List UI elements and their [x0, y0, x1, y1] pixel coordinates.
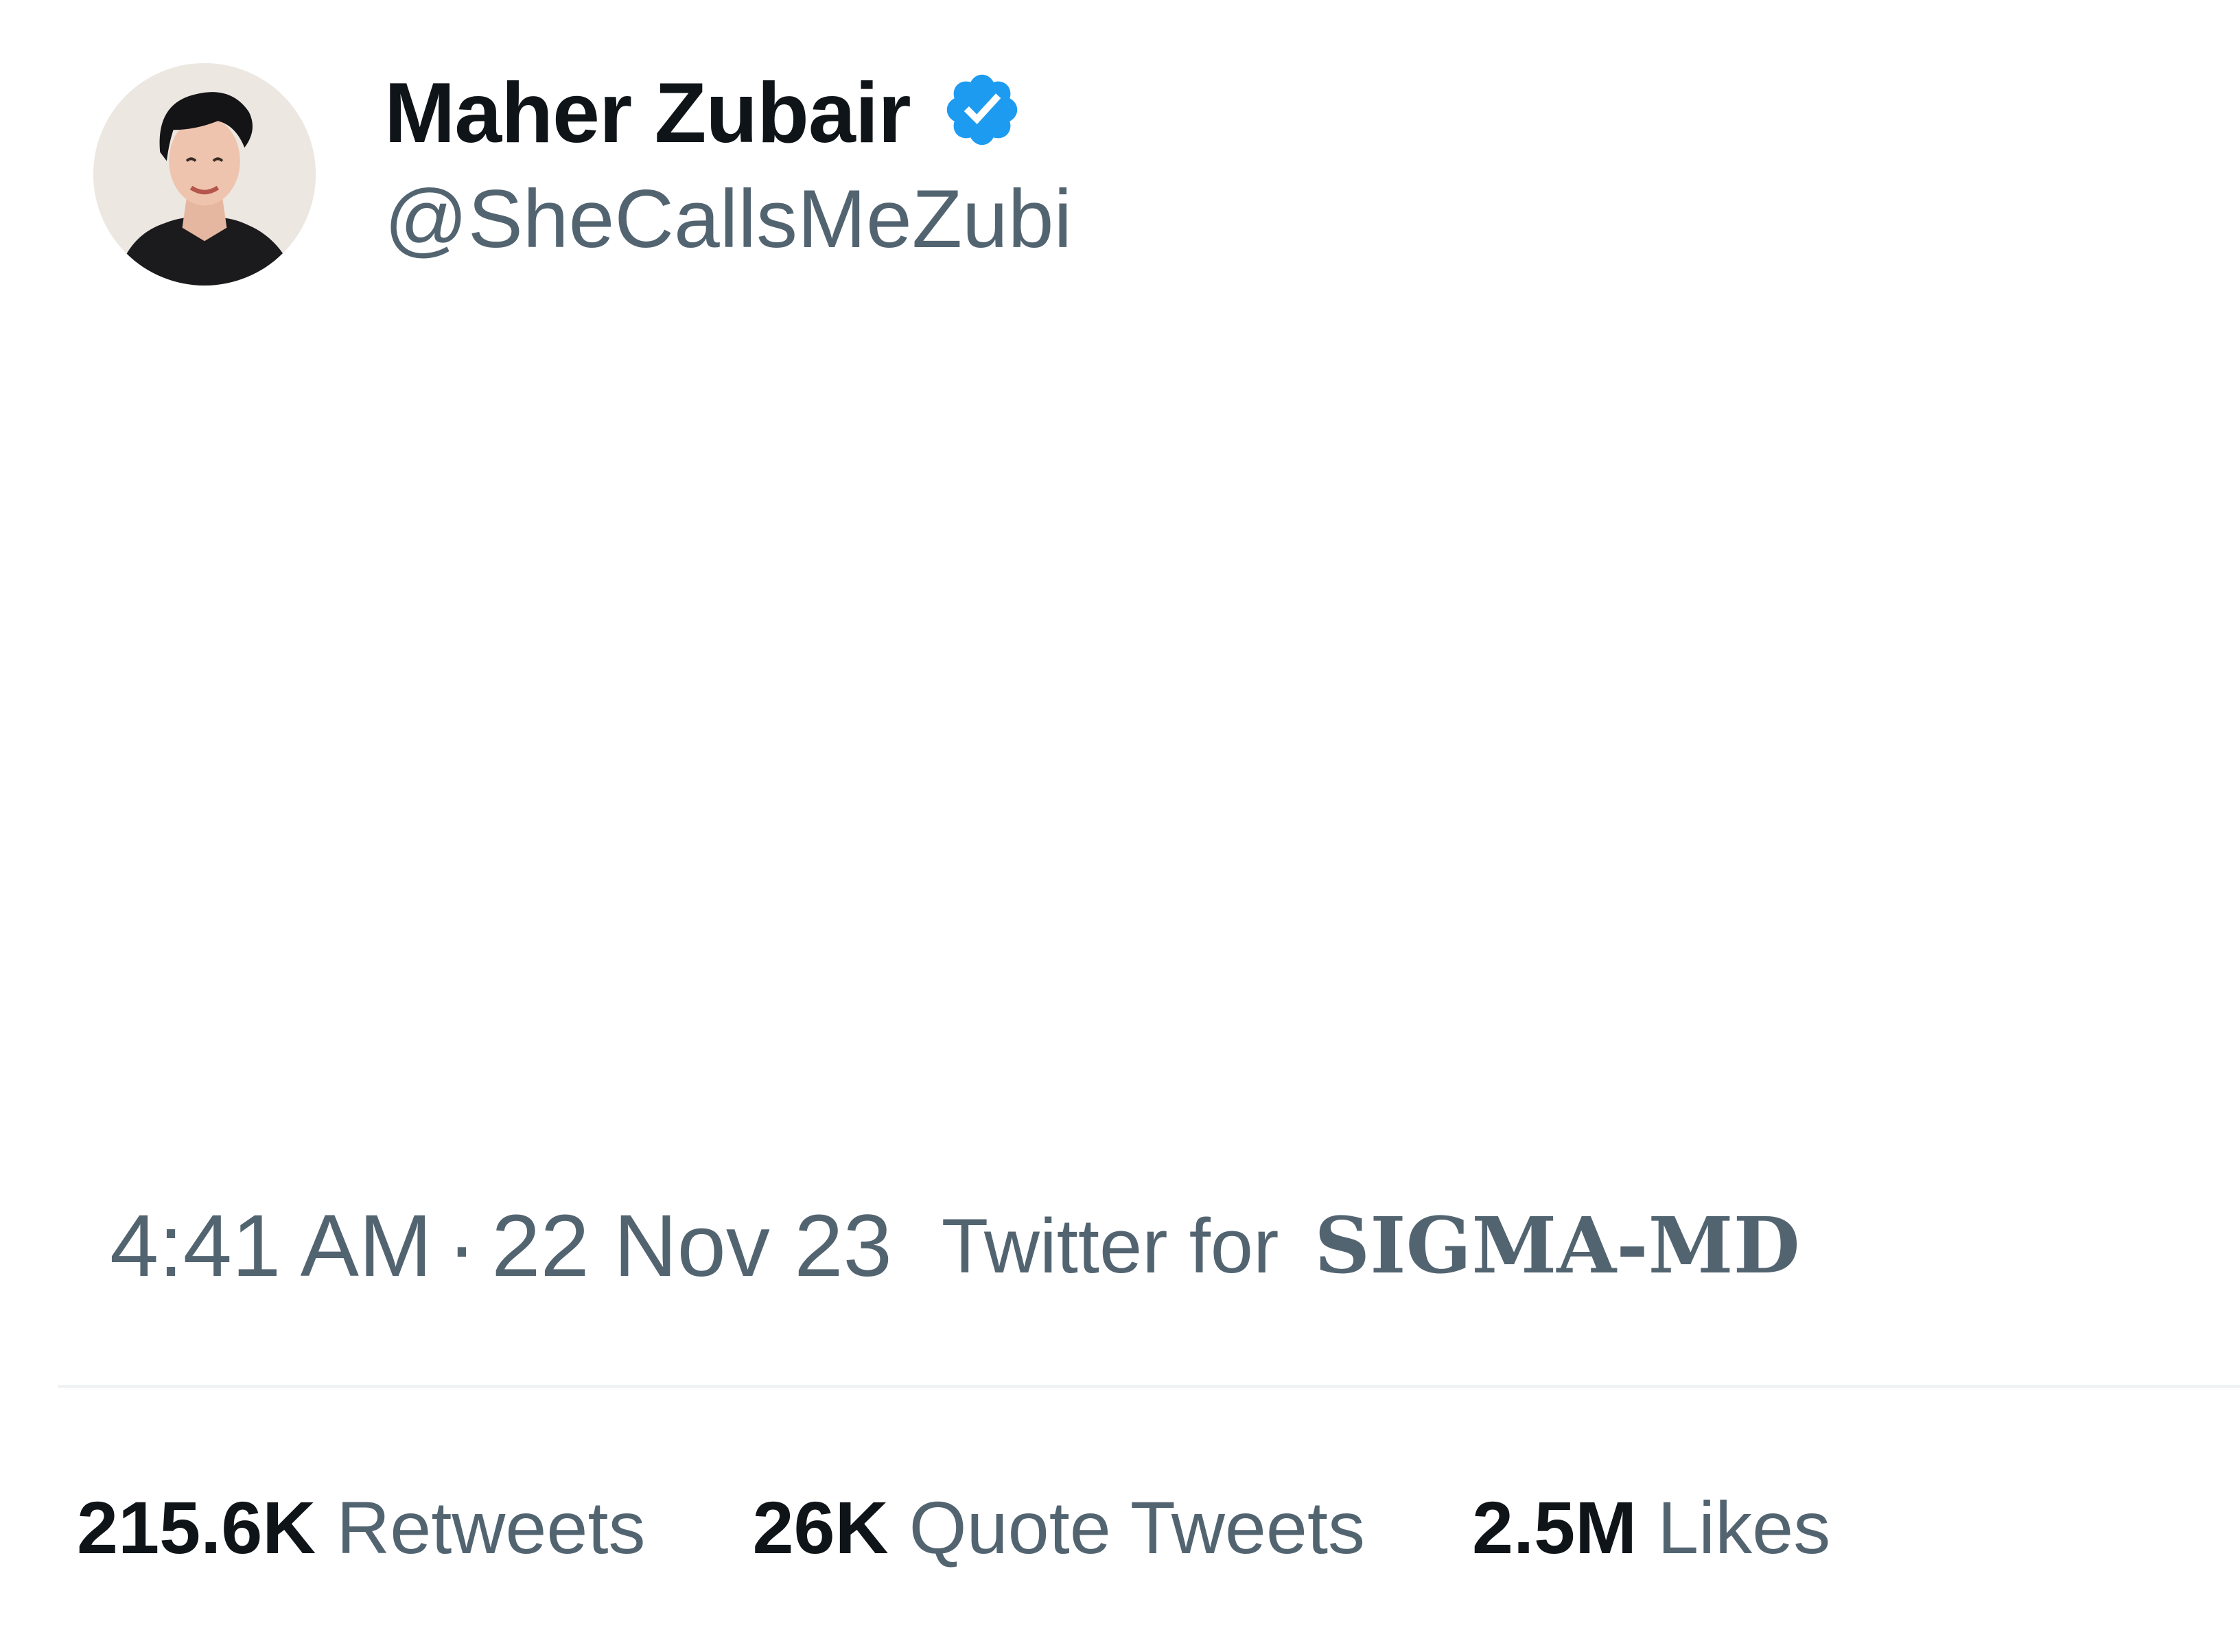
retweets-stat[interactable]: 215.6K Retweets	[77, 1485, 645, 1570]
avatar[interactable]	[93, 63, 316, 286]
author-name-row: Maher Zubair	[384, 62, 1023, 165]
quote-tweets-count: 26K	[752, 1485, 889, 1569]
tweet-meta: 4:41 AM · 22 Nov 23 Twitter for SIGMA-MD	[110, 1187, 1800, 1304]
likes-count: 2.5M	[1472, 1485, 1637, 1569]
divider	[58, 1385, 2240, 1388]
tweet-card: Maher Zubair @SheCallsMeZubi 4:41 AM · 2…	[0, 0, 2240, 1652]
meta-separator: ·	[447, 1196, 477, 1295]
likes-stat[interactable]: 2.5M Likes	[1472, 1485, 1830, 1570]
engagement-stats: 215.6K Retweets 26K Quote Tweets 2.5M Li…	[77, 1476, 1830, 1579]
tweet-time[interactable]: 4:41 AM	[110, 1196, 432, 1296]
retweets-label: Retweets	[336, 1485, 646, 1569]
avatar-photo-icon	[93, 63, 316, 286]
quote-tweets-stat[interactable]: 26K Quote Tweets	[752, 1485, 1365, 1570]
verified-badge-icon[interactable]	[941, 69, 1023, 151]
tweet-date[interactable]: 22 Nov 23	[491, 1196, 892, 1296]
quote-tweets-label: Quote Tweets	[909, 1485, 1365, 1569]
likes-label: Likes	[1657, 1485, 1831, 1569]
source-client[interactable]: SIGMA-MD	[1314, 1201, 1799, 1291]
retweets-count: 215.6K	[77, 1485, 316, 1569]
author-handle[interactable]: @SheCallsMeZubi	[384, 172, 1072, 266]
author-display-name[interactable]: Maher Zubair	[384, 65, 911, 162]
source-prefix: Twitter for	[941, 1202, 1279, 1289]
